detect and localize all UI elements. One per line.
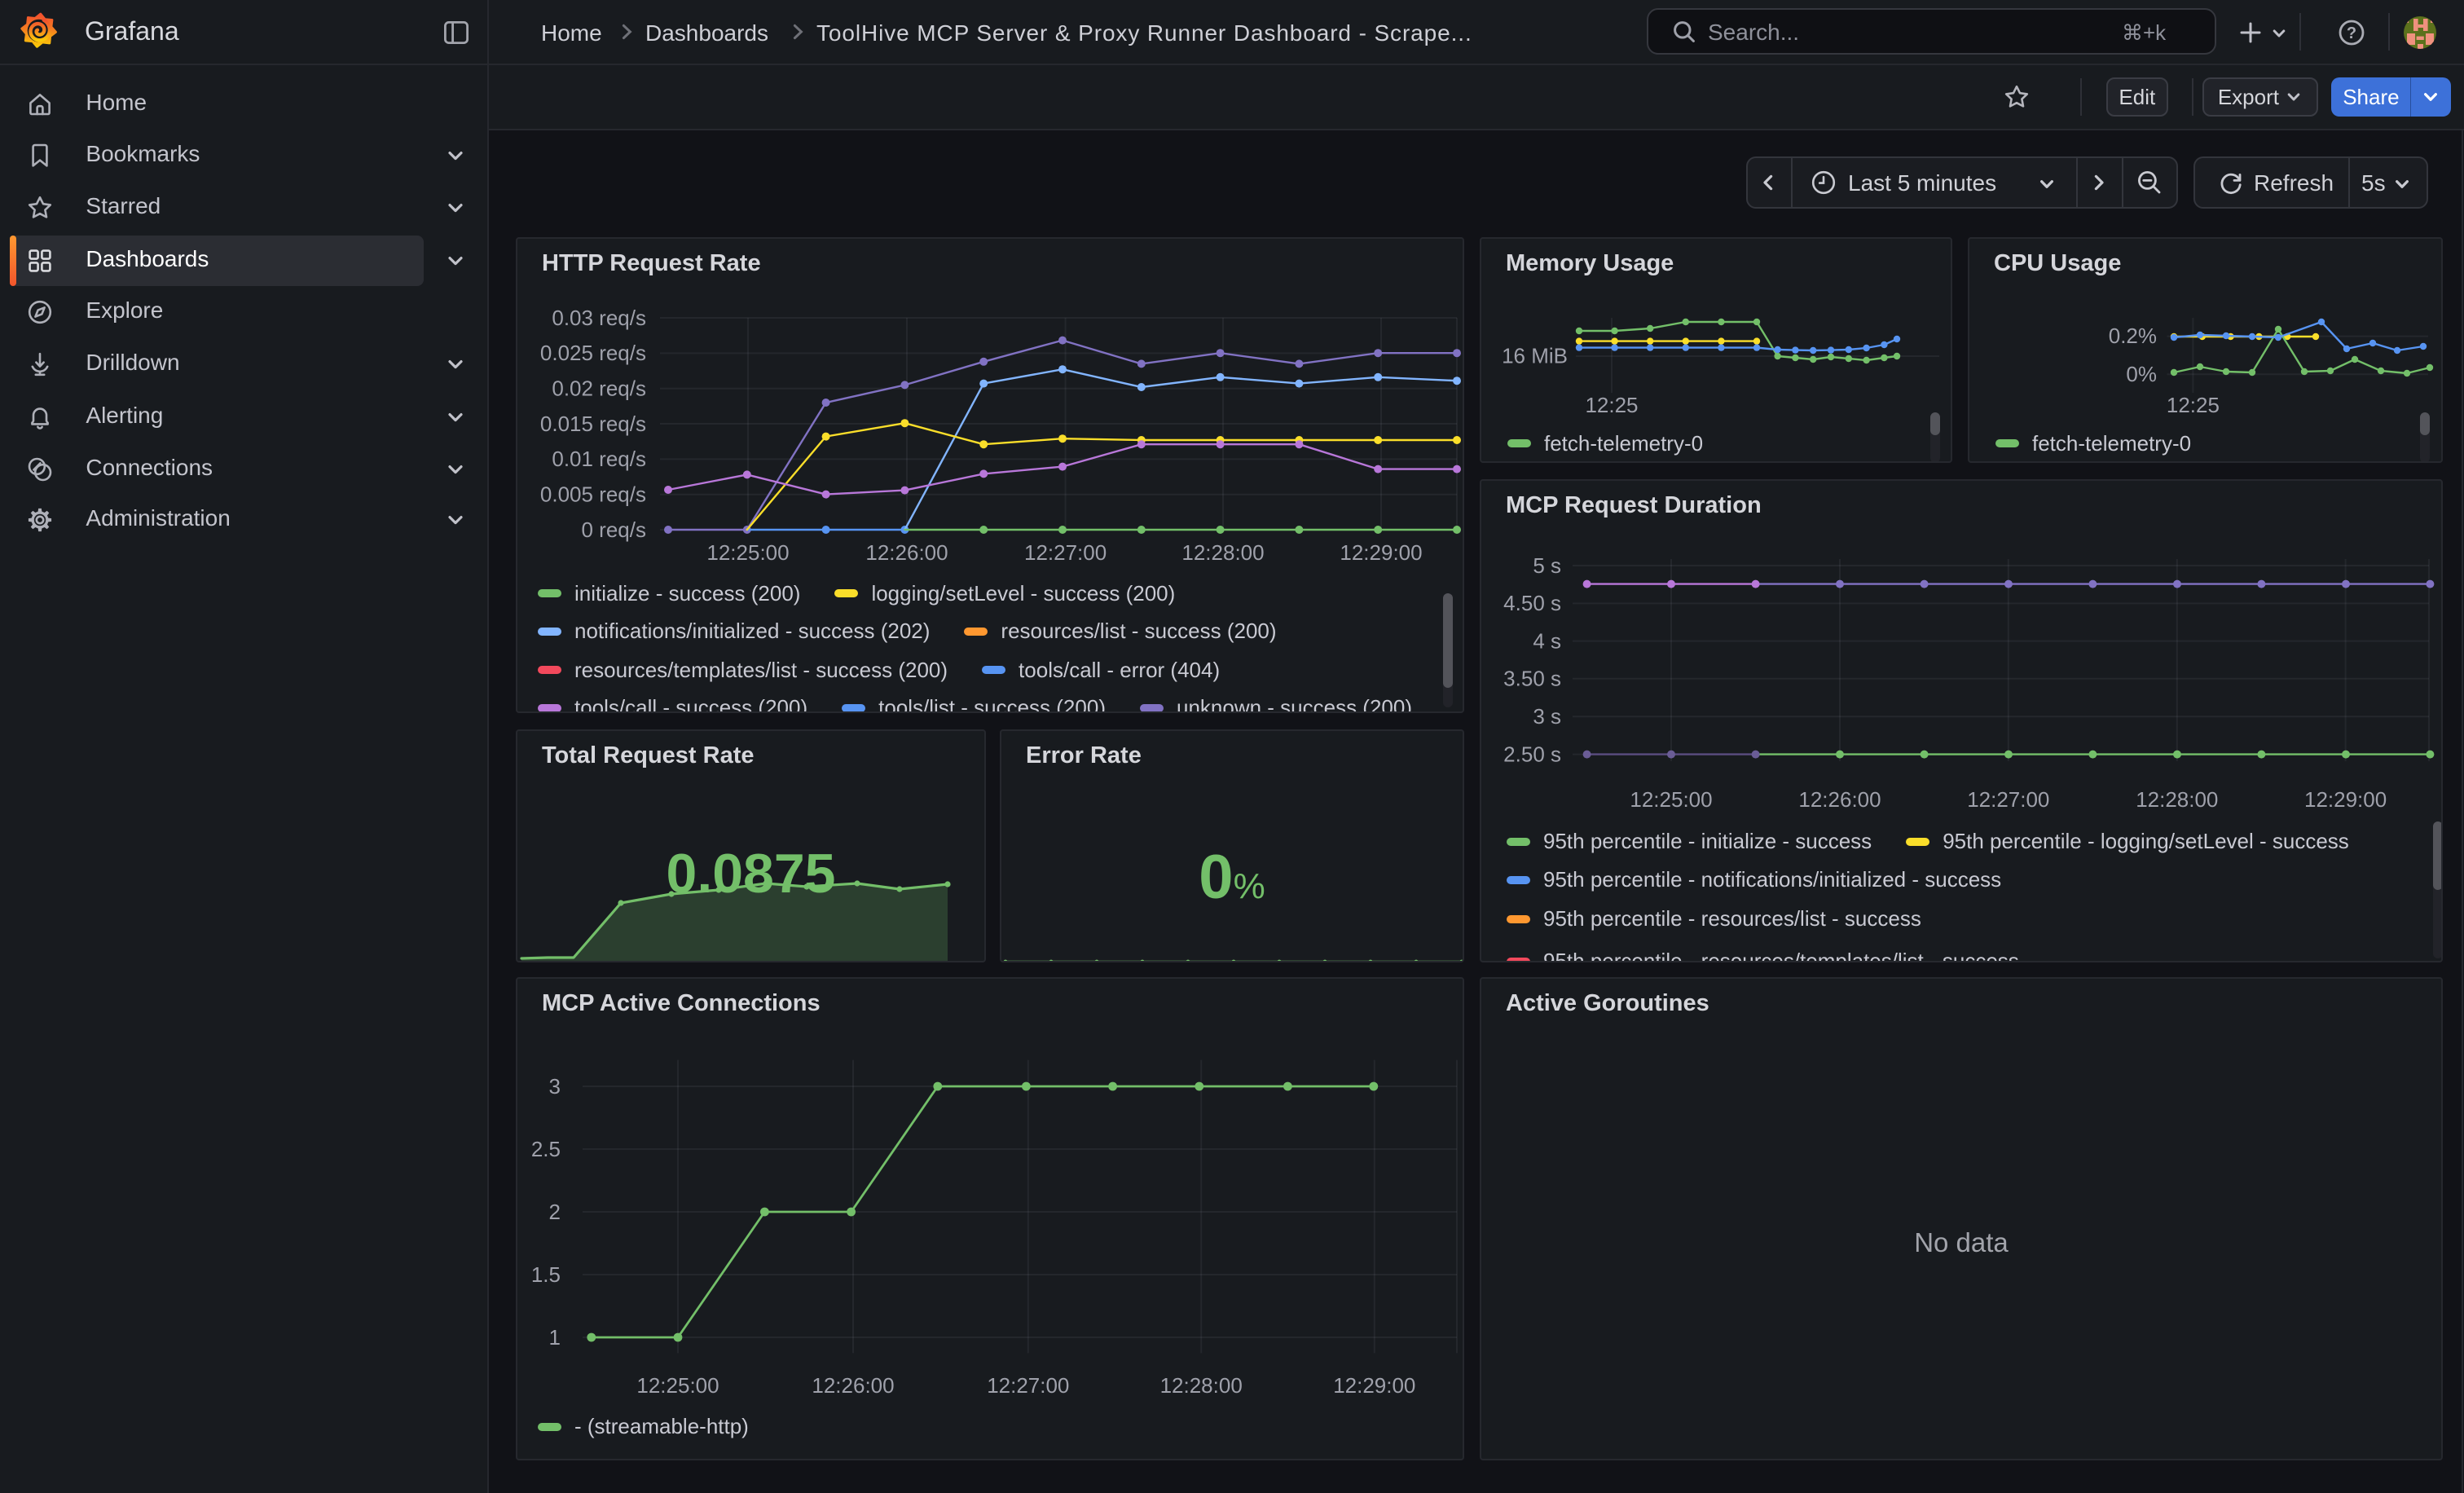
svg-text:12:28:00: 12:28:00 <box>2136 787 2218 812</box>
svg-text:0.02 req/s: 0.02 req/s <box>552 377 646 401</box>
svg-text:12:27:00: 12:27:00 <box>987 1373 1069 1398</box>
svg-text:12:29:00: 12:29:00 <box>1340 540 1422 565</box>
svg-text:0.005 req/s: 0.005 req/s <box>540 482 646 507</box>
svg-text:12:27:00: 12:27:00 <box>1024 540 1107 565</box>
svg-text:0.025 req/s: 0.025 req/s <box>540 341 646 365</box>
svg-text:5 s: 5 s <box>1533 553 1561 578</box>
svg-text:12:25: 12:25 <box>2167 393 2220 417</box>
svg-text:12:26:00: 12:26:00 <box>812 1373 894 1398</box>
svg-text:12:29:00: 12:29:00 <box>2304 787 2387 812</box>
svg-text:0.015 req/s: 0.015 req/s <box>540 412 646 436</box>
svg-text:12:27:00: 12:27:00 <box>1967 787 2049 812</box>
svg-text:2.5: 2.5 <box>531 1137 561 1161</box>
svg-text:1: 1 <box>549 1325 561 1350</box>
svg-text:12:26:00: 12:26:00 <box>1798 787 1881 812</box>
svg-text:1.5: 1.5 <box>531 1262 561 1287</box>
svg-text:12:28:00: 12:28:00 <box>1160 1373 1243 1398</box>
svg-text:12:25:00: 12:25:00 <box>1630 787 1712 812</box>
svg-text:3.50 s: 3.50 s <box>1503 667 1561 691</box>
svg-text:0.03 req/s: 0.03 req/s <box>552 306 646 330</box>
svg-text:0.2%: 0.2% <box>2109 324 2157 348</box>
svg-text:0.01 req/s: 0.01 req/s <box>552 447 646 471</box>
svg-text:12:28:00: 12:28:00 <box>1181 540 1264 565</box>
svg-text:12:26:00: 12:26:00 <box>865 540 948 565</box>
svg-text:12:29:00: 12:29:00 <box>1333 1373 1415 1398</box>
svg-text:4 s: 4 s <box>1533 628 1561 653</box>
svg-text:?: ? <box>2347 24 2356 42</box>
svg-text:2.50 s: 2.50 s <box>1503 742 1561 766</box>
svg-text:12:25:00: 12:25:00 <box>636 1373 719 1398</box>
svg-text:0 req/s: 0 req/s <box>582 517 647 542</box>
svg-text:3: 3 <box>549 1074 561 1099</box>
svg-text:4.50 s: 4.50 s <box>1503 591 1561 615</box>
svg-text:16 MiB: 16 MiB <box>1502 344 1568 368</box>
svg-text:3 s: 3 s <box>1533 704 1561 729</box>
svg-text:2: 2 <box>549 1200 561 1224</box>
svg-text:12:25: 12:25 <box>1585 393 1638 417</box>
svg-text:0%: 0% <box>2126 362 2157 386</box>
svg-text:12:25:00: 12:25:00 <box>706 540 789 565</box>
